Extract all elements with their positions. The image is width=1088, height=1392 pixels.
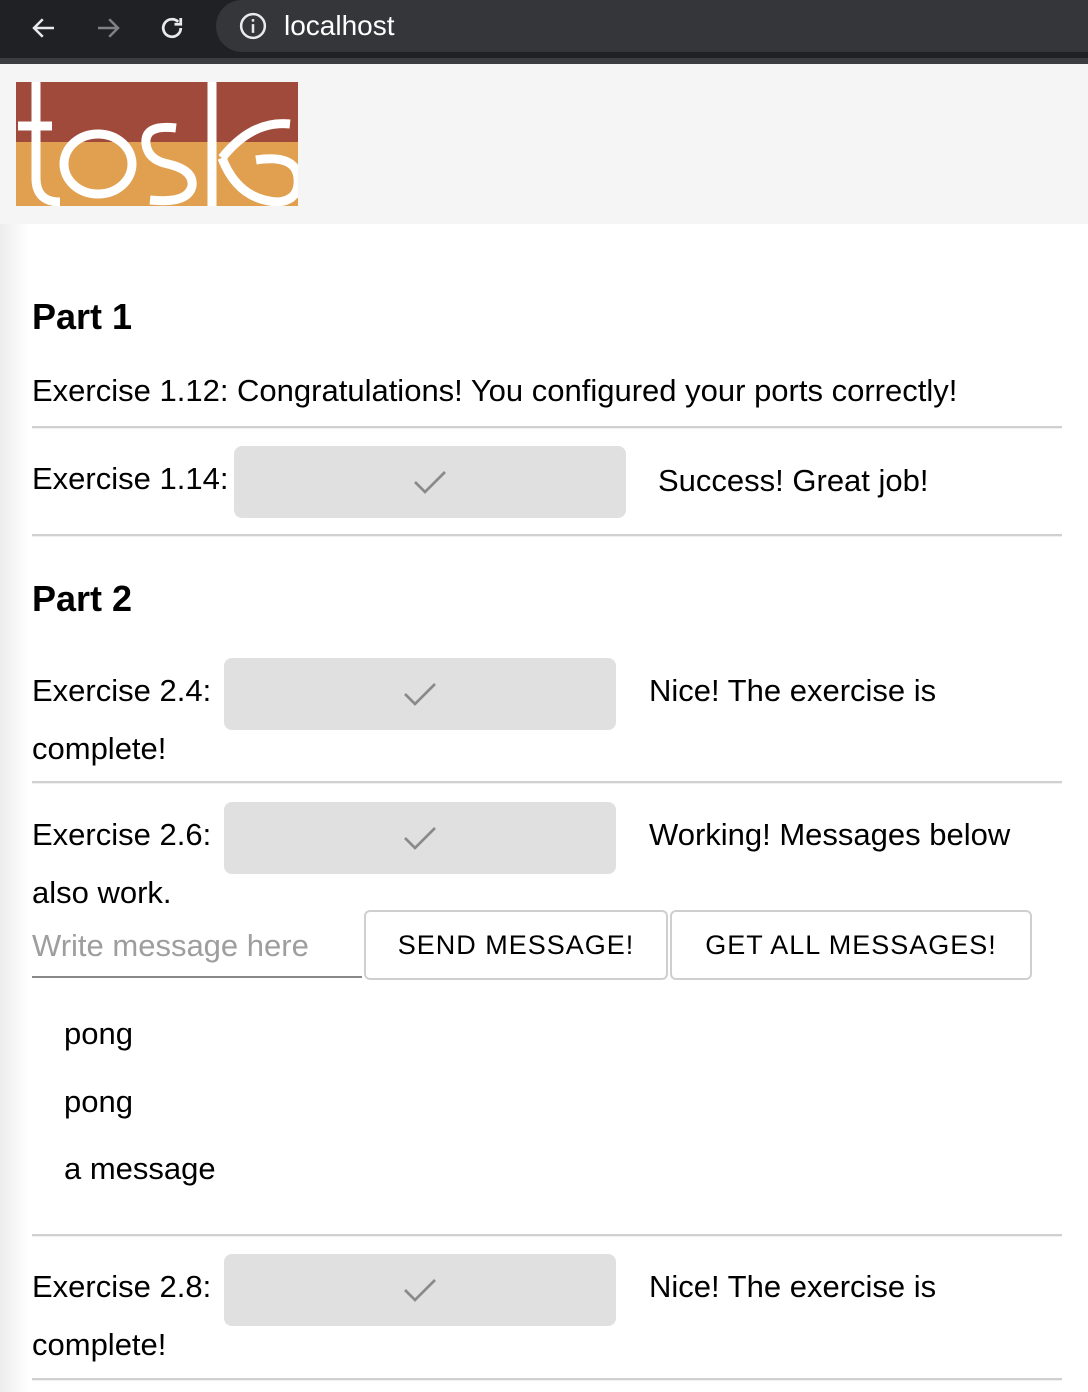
part2-title: Part 2 xyxy=(32,578,133,619)
exercise-2-6-status: Working! Messages below xyxy=(649,817,1011,852)
exercise-2-8-label: Exercise 2.8: xyxy=(32,1269,212,1304)
toska-logo xyxy=(16,82,298,206)
divider xyxy=(32,534,1062,537)
check-icon xyxy=(404,683,436,706)
send-message-button[interactable]: SEND MESSAGE! xyxy=(364,910,668,980)
back-button[interactable] xyxy=(24,8,64,48)
divider xyxy=(32,1234,1062,1237)
message-item: a message xyxy=(64,1151,216,1186)
exercise-2-6-check-button[interactable] xyxy=(224,802,616,874)
exercise-2-4-check-button[interactable] xyxy=(224,658,616,730)
exercise-1-14-status: Success! Great job! xyxy=(658,463,929,498)
exercise-1-14-check-button[interactable] xyxy=(234,446,626,518)
exercise-2-8-check-button[interactable] xyxy=(224,1254,616,1326)
reload-button[interactable] xyxy=(152,8,192,48)
check-icon xyxy=(404,827,436,850)
arrow-left-icon xyxy=(32,18,54,38)
message-item: pong xyxy=(64,1016,133,1051)
address-bar[interactable]: localhost xyxy=(216,0,1088,52)
info-icon[interactable] xyxy=(238,11,268,41)
exercise-2-6-label: Exercise 2.6: xyxy=(32,817,212,852)
part1-title: Part 1 xyxy=(32,296,133,337)
exercise-2-4-status: Nice! The exercise is xyxy=(649,673,937,708)
exercise-1-12-text: Exercise 1.12: Congratulations! You conf… xyxy=(32,373,958,408)
message-item: pong xyxy=(64,1084,133,1119)
exercise-2-8-status: Nice! The exercise is xyxy=(649,1269,937,1304)
message-input[interactable] xyxy=(32,916,362,978)
divider xyxy=(32,1378,1062,1381)
check-icon xyxy=(414,471,446,494)
side-shading xyxy=(0,224,28,1392)
app-header xyxy=(0,64,1088,224)
divider xyxy=(32,426,1062,429)
reload-icon xyxy=(161,17,183,39)
arrow-right-icon xyxy=(98,18,120,38)
exercise-2-4-label: Exercise 2.4: xyxy=(32,673,212,708)
browser-toolbar: localhost xyxy=(0,0,1088,58)
check-icon xyxy=(404,1279,436,1302)
exercise-2-6-status-cont: also work. xyxy=(32,875,172,910)
url-text: localhost xyxy=(284,10,395,41)
forward-button[interactable] xyxy=(88,8,128,48)
exercise-2-8-status-cont: complete! xyxy=(32,1327,167,1362)
divider xyxy=(32,781,1062,784)
exercise-1-14-label: Exercise 1.14: xyxy=(32,461,229,496)
exercise-2-4-status-cont: complete! xyxy=(32,731,167,766)
get-all-messages-button[interactable]: GET ALL MESSAGES! xyxy=(670,910,1032,980)
